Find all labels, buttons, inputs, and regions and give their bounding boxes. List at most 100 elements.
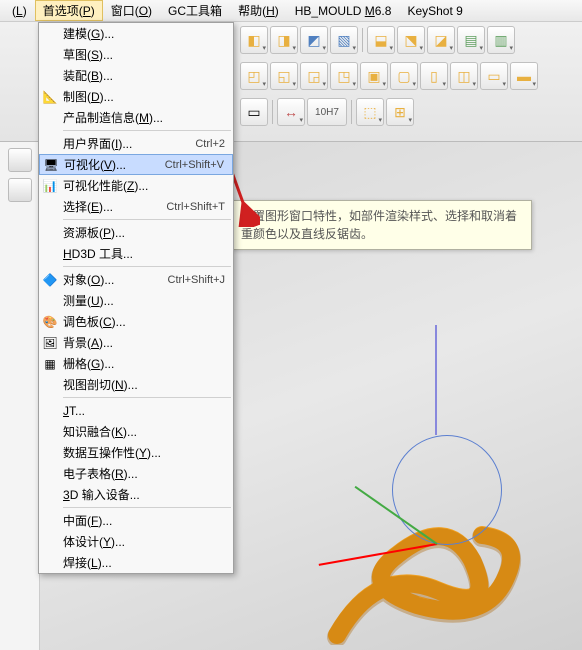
- dd-制图D[interactable]: 📐制图(D)...: [39, 86, 233, 107]
- dd-label: 栅格(G)...: [63, 355, 225, 372]
- left-icon-2[interactable]: [8, 178, 32, 202]
- dd-产品制造信息M[interactable]: 产品制造信息(M)...: [39, 107, 233, 128]
- dd-label: 中面(F)...: [63, 512, 225, 529]
- tb-measure[interactable]: ↔▾: [277, 98, 305, 126]
- tb-cube7[interactable]: ◪▾: [427, 26, 455, 54]
- dd-label: 调色板(C)...: [63, 313, 225, 330]
- menu-H[interactable]: 帮助(H): [230, 0, 287, 21]
- dd-label: HD3D 工具...: [63, 245, 225, 262]
- dd-背景A[interactable]: 🖼背景(A)...: [39, 332, 233, 353]
- tb-cube3[interactable]: ◩▾: [300, 26, 328, 54]
- dd-label: 草图(S)...: [63, 46, 225, 63]
- tb-c1[interactable]: ▭: [240, 98, 268, 126]
- tb-cube2[interactable]: ◨▾: [270, 26, 298, 54]
- tb-b3[interactable]: ◲▾: [300, 62, 328, 90]
- tb-cube5[interactable]: ⬓▾: [367, 26, 395, 54]
- dd-icon: 🖥: [43, 157, 59, 173]
- dd-草图S[interactable]: 草图(S)...: [39, 44, 233, 65]
- dd-数据互操作性Y[interactable]: 数据互操作性(Y)...: [39, 442, 233, 463]
- tb-b10[interactable]: ▬▾: [510, 62, 538, 90]
- menu-P[interactable]: 首选项(P): [35, 0, 103, 21]
- tb-asm1[interactable]: ⬚▾: [356, 98, 384, 126]
- tb-dim[interactable]: 10H7: [307, 98, 347, 126]
- dd-label: JT...: [63, 404, 225, 418]
- dd-icon: [42, 466, 58, 482]
- dd-可视化性能Z[interactable]: 📊 可视化性能(Z)...: [39, 175, 233, 196]
- dd-可视化V[interactable]: 🖥 可视化(V)...Ctrl+Shift+V: [39, 154, 233, 175]
- menu-L[interactable]: (L): [4, 2, 35, 20]
- menu-HBMOULDM68[interactable]: HB_MOULD M6.8: [287, 2, 400, 20]
- dd-label: 背景(A)...: [63, 334, 225, 351]
- dd-中面F[interactable]: 中面(F)...: [39, 510, 233, 531]
- dd-焊接L[interactable]: 焊接(L)...: [39, 552, 233, 573]
- dd-知识融合K[interactable]: 知识融合(K)...: [39, 421, 233, 442]
- tb-cube6[interactable]: ⬔▾: [397, 26, 425, 54]
- dd-separator: [63, 266, 231, 267]
- dd-label: 电子表格(R)...: [63, 465, 225, 482]
- dd-3D输入设备[interactable]: 3D 输入设备...: [39, 484, 233, 505]
- dd-装配B[interactable]: 装配(B)...: [39, 65, 233, 86]
- dd-label: 资源板(P)...: [63, 224, 225, 241]
- dd-建模G[interactable]: 建模(G)...: [39, 23, 233, 44]
- dd-JT[interactable]: JT...: [39, 400, 233, 421]
- dd-shortcut: Ctrl+Shift+T: [166, 201, 225, 213]
- dd-label: 用户界面(I)...: [63, 135, 195, 152]
- dd-HD3D工具[interactable]: HD3D 工具...: [39, 243, 233, 264]
- view-rotate-circle[interactable]: [392, 435, 502, 545]
- dd-icon: [42, 424, 58, 440]
- tb-asm2[interactable]: ⊞▾: [386, 98, 414, 126]
- dd-体设计Y[interactable]: 体设计(Y)...: [39, 531, 233, 552]
- menu-KeyShot9[interactable]: KeyShot 9: [399, 2, 470, 20]
- dd-label: 可视化(V)...: [64, 156, 165, 173]
- tb-b5[interactable]: ▣▾: [360, 62, 388, 90]
- dd-label: 建模(G)...: [63, 25, 225, 42]
- dd-icon: [42, 68, 58, 84]
- tb-b8[interactable]: ◫▾: [450, 62, 478, 90]
- dd-label: 对象(O)...: [63, 271, 168, 288]
- dd-label: 装配(B)...: [63, 67, 225, 84]
- dd-icon: [42, 534, 58, 550]
- dd-separator: [63, 507, 231, 508]
- tb-b2[interactable]: ◱▾: [270, 62, 298, 90]
- dd-icon: 🎨: [42, 314, 58, 330]
- tb-b4[interactable]: ◳▾: [330, 62, 358, 90]
- dd-资源板P[interactable]: 资源板(P)...: [39, 222, 233, 243]
- tb-b1[interactable]: ◰▾: [240, 62, 268, 90]
- left-icon-1[interactable]: [8, 148, 32, 172]
- dd-separator: [63, 219, 231, 220]
- tb-b9[interactable]: ▭▾: [480, 62, 508, 90]
- dd-shortcut: Ctrl+2: [195, 138, 225, 150]
- menubar: (L)首选项(P)窗口(O)GC工具箱帮助(H)HB_MOULD M6.8Key…: [0, 0, 582, 22]
- tb-cube9[interactable]: ▥▾: [487, 26, 515, 54]
- dd-icon: [42, 377, 58, 393]
- dd-icon: [42, 47, 58, 63]
- dd-label: 数据互操作性(Y)...: [63, 444, 225, 461]
- dd-icon: 📊: [42, 178, 58, 194]
- dd-测量U[interactable]: 测量(U)...: [39, 290, 233, 311]
- dd-选择E[interactable]: 选择(E)...Ctrl+Shift+T: [39, 196, 233, 217]
- menu-GC[interactable]: GC工具箱: [160, 0, 230, 21]
- dd-栅格G[interactable]: ▦ 栅格(G)...: [39, 353, 233, 374]
- dd-shortcut: Ctrl+Shift+V: [165, 159, 224, 171]
- dd-调色板C[interactable]: 🎨 调色板(C)...: [39, 311, 233, 332]
- dd-电子表格R[interactable]: 电子表格(R)...: [39, 463, 233, 484]
- dd-对象O[interactable]: 🔷对象(O)...Ctrl+Shift+J: [39, 269, 233, 290]
- dd-视图剖切N[interactable]: 视图剖切(N)...: [39, 374, 233, 395]
- tb-b7[interactable]: ▯▾: [420, 62, 448, 90]
- dd-label: 测量(U)...: [63, 292, 225, 309]
- tooltip-text: 设置图形窗口特性，如部件渲染样式、选择和取消着重颜色以及直线反锯齿。: [241, 209, 517, 241]
- tb-cube8[interactable]: ▤▾: [457, 26, 485, 54]
- dd-icon: [42, 487, 58, 503]
- dd-label: 选择(E)...: [63, 198, 166, 215]
- coil-geometry: [297, 425, 577, 645]
- tb-cube4[interactable]: ▧▾: [330, 26, 358, 54]
- dd-label: 制图(D)...: [63, 88, 225, 105]
- dd-label: 产品制造信息(M)...: [63, 109, 225, 126]
- dd-separator: [63, 130, 231, 131]
- dd-用户界面I[interactable]: 用户界面(I)...Ctrl+2: [39, 133, 233, 154]
- menu-O[interactable]: 窗口(O): [103, 0, 160, 21]
- dd-label: 可视化性能(Z)...: [63, 177, 225, 194]
- tb-cube1[interactable]: ◧▾: [240, 26, 268, 54]
- dd-icon: ▦: [42, 356, 58, 372]
- tb-b6[interactable]: ▢▾: [390, 62, 418, 90]
